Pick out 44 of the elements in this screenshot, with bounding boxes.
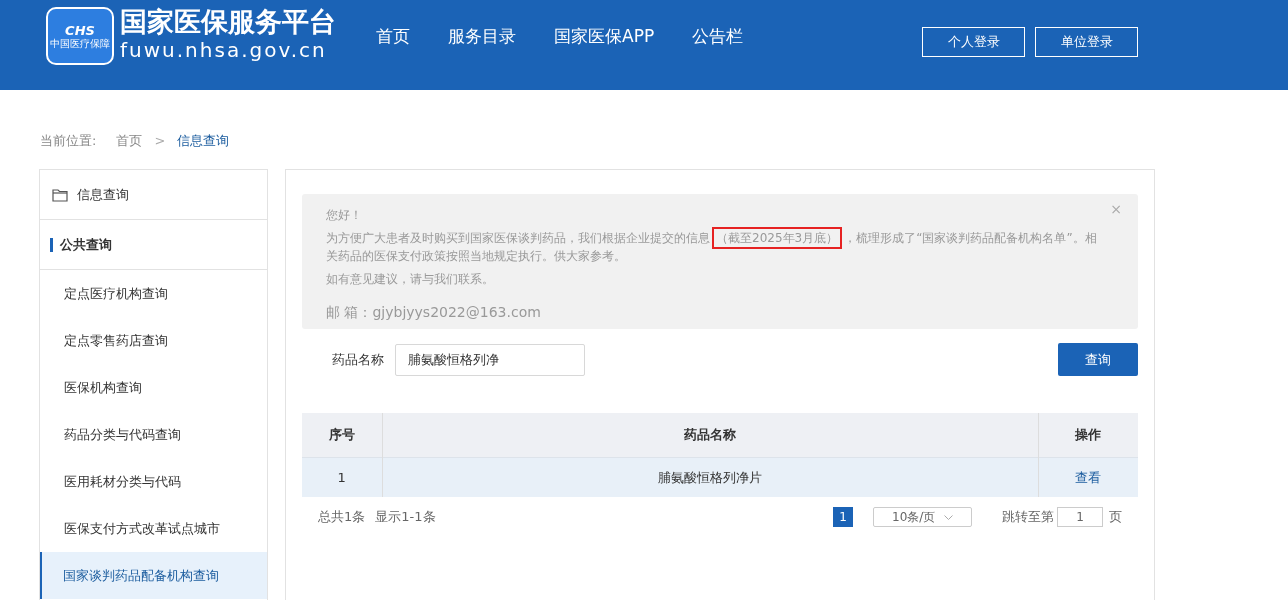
breadcrumb-separator: > (154, 132, 166, 151)
section-marker (50, 237, 53, 252)
notice-text: 您好！ (326, 207, 363, 224)
nav-link[interactable]: 公告栏 (692, 24, 744, 50)
page-button[interactable]: 1 (833, 507, 853, 527)
search-label: 药品名称 (332, 350, 384, 369)
breadcrumb-link[interactable]: 信息查询 (177, 131, 230, 151)
total-count: 总共1条 (318, 508, 366, 527)
breadcrumb-link[interactable]: 首页 (116, 131, 143, 151)
site-url: fuwu.nhsa.gov.cn (120, 38, 328, 62)
notice-text: 为方便广大患者及时购买到国家医保谈判药品，我们根据企业提交的信息 （截至2025年3月底） ，梳理形成了“国家谈判药品配备机构名单”。相关药品的医保支付政策按照当地规定执行。供大家参考。 (326, 224, 1102, 270)
sidebar-item[interactable]: 国家谈判药品配备机构查询 (40, 552, 267, 599)
table-cell: 脯氨酸恒格列净片 (382, 457, 1038, 497)
sidebar-item[interactable]: 定点零售药店查询 (40, 317, 267, 364)
notice-text: 如有意见建议，请与我们联系。 (326, 271, 495, 288)
jump-unit: 页 (1109, 508, 1122, 527)
sidebar-section-title: 公共查询 (60, 235, 112, 254)
page-size-select[interactable]: 10条/页 (873, 507, 972, 527)
view-link[interactable]: 查看 (1075, 469, 1102, 485)
sidebar-title: 信息查询 (77, 185, 129, 204)
display-range: 显示1-1条 (375, 508, 436, 527)
sidebar-item[interactable]: 医保支付方式改革试点城市 (40, 505, 267, 552)
sidebar-item[interactable]: 药品分类与代码查询 (40, 411, 267, 458)
login-button[interactable]: 单位登录 (1035, 27, 1138, 57)
breadcrumb-label: 当前位置: (40, 132, 97, 151)
chevron-down-icon (944, 514, 953, 520)
login-button[interactable]: 个人登录 (922, 27, 1025, 57)
sidebar-item[interactable]: 医保机构查询 (40, 364, 267, 411)
nav-link[interactable]: 首页 (376, 24, 410, 50)
page-jump-field[interactable]: 1 (1057, 507, 1103, 527)
column-header: 药品名称 (382, 413, 1038, 457)
logo-badge-subtext: 中国医疗保障 (50, 38, 110, 49)
jump-label: 跳转至第 (1002, 508, 1054, 527)
query-button[interactable]: 查询 (1058, 343, 1138, 376)
sidebar-item[interactable]: 定点医疗机构查询 (40, 270, 267, 317)
logo-badge-text: CHS (65, 23, 95, 37)
site-name: 国家医保服务平台 (120, 6, 336, 38)
nav-link[interactable]: 国家医保APP (554, 24, 655, 50)
search-field[interactable]: 脯氨酸恒格列净 (395, 343, 585, 376)
table-cell: 1 (302, 457, 382, 497)
nav-link[interactable]: 服务目录 (448, 24, 516, 50)
folder-icon (52, 187, 68, 202)
notice-email: 邮 箱：gjybjyys2022@163.com (326, 304, 542, 321)
sidebar-item[interactable]: 医用耗材分类与代码 (40, 458, 267, 505)
